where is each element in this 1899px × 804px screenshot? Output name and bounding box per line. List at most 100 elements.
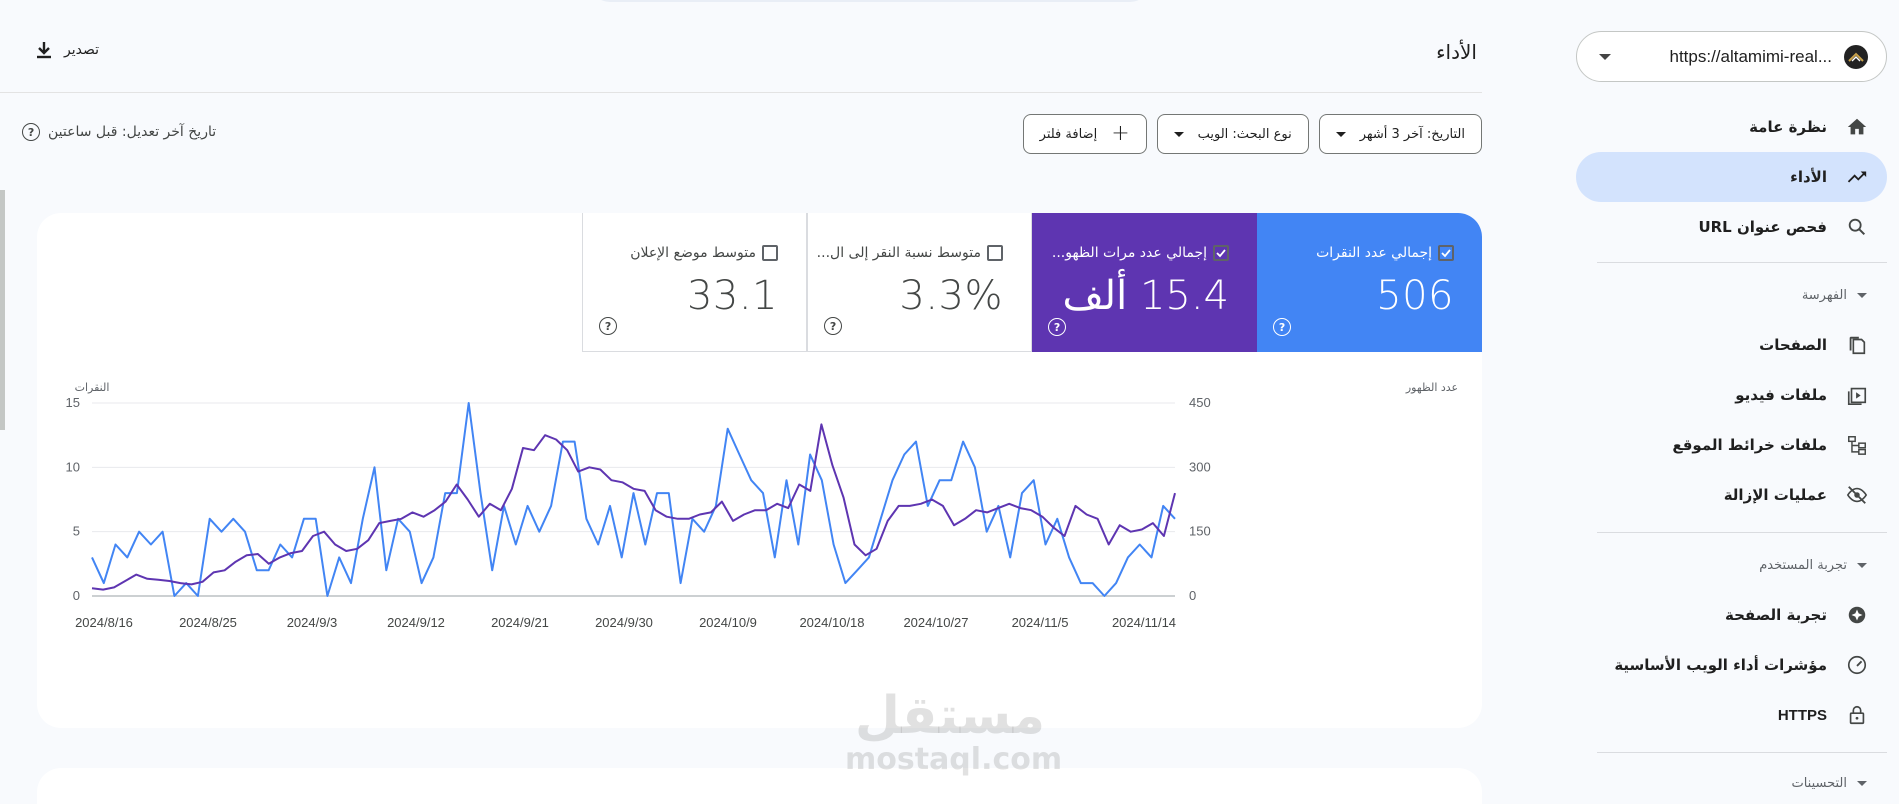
search-type-label: نوع البحث: الويب: [1197, 126, 1292, 142]
checkbox-checked-icon[interactable]: [1438, 245, 1454, 261]
metric-value: 506: [1376, 273, 1454, 319]
metric-value: 15.4 ألف: [1062, 273, 1229, 319]
watermark-url: mostaql.com: [845, 742, 1063, 777]
metric-avg-position[interactable]: متوسط موضع الإعلان 33.1 ?: [582, 213, 807, 352]
help-icon[interactable]: ?: [599, 317, 617, 335]
section-label: التحسينات: [1791, 775, 1847, 791]
section-label: الفهرسة: [1801, 287, 1847, 303]
eye-off-icon: [1843, 481, 1871, 509]
checkbox-unchecked-icon[interactable]: [762, 245, 778, 261]
sidebar-item-videos[interactable]: ملفات فيديو: [1576, 370, 1887, 420]
page-title: الأداء: [1436, 40, 1477, 64]
y-right-tick-label: 300: [1189, 459, 1211, 474]
series-line-clicks: [91, 402, 1176, 597]
section-indexing[interactable]: الفهرسة: [1576, 280, 1887, 310]
collapse-icon: [1857, 562, 1867, 568]
lock-icon: [1843, 701, 1871, 729]
checkbox-checked-icon[interactable]: [1213, 245, 1229, 261]
home-icon: [1843, 113, 1871, 141]
sidebar-divider: [1597, 262, 1887, 263]
download-icon: [37, 42, 51, 59]
sidebar-item-label: فحص عنوان URL: [1698, 218, 1827, 236]
metric-total-clicks[interactable]: إجمالي عدد النقرات 506 ?: [1257, 213, 1482, 352]
collapse-icon: [1857, 292, 1867, 298]
sidebar-item-label: نظرة عامة: [1749, 118, 1827, 136]
section-enhancements[interactable]: التحسينات: [1576, 768, 1887, 798]
sidebar-item-label: مؤشرات أداء الويب الأساسية: [1614, 656, 1827, 674]
sidebar-divider: [1597, 532, 1887, 533]
watermark: مستقل mostaql.com: [845, 686, 1063, 777]
y-right-tick-label: 0: [1189, 588, 1196, 603]
section-experience[interactable]: تجربة المستخدم: [1576, 550, 1887, 580]
metric-label: متوسط نسبة النقر إلى ال...: [816, 245, 981, 261]
help-icon[interactable]: ?: [1048, 318, 1066, 336]
x-tick-label: 2024/10/9: [699, 615, 757, 630]
y-right-tick-label: 150: [1189, 524, 1211, 539]
plus-icon: +: [1111, 121, 1130, 146]
x-tick-label: 2024/11/14: [1112, 615, 1176, 630]
header-bar: الأداء تصدير: [0, 0, 1482, 93]
x-tick-label: 2024/9/30: [595, 615, 653, 630]
help-icon[interactable]: ?: [22, 123, 40, 141]
sidebar-item-sitemaps[interactable]: ملفات خرائط الموقع: [1576, 420, 1887, 470]
sidebar-item-https[interactable]: HTTPS: [1576, 690, 1887, 740]
sidebar-item-performance[interactable]: الأداء: [1576, 152, 1887, 202]
x-tick-label: 2024/9/21: [491, 615, 549, 630]
property-selector[interactable]: https://altamimi-real...: [1576, 31, 1887, 82]
y-right-tick-label: 450: [1189, 395, 1211, 410]
search-type-chip[interactable]: نوع البحث: الويب: [1156, 114, 1309, 154]
checkbox-unchecked-icon[interactable]: [987, 245, 1003, 261]
metric-avg-ctr[interactable]: متوسط نسبة النقر إلى ال... 3.3% ?: [807, 213, 1032, 352]
filter-bar: التاريخ: آخر 3 أشهر نوع البحث: الويب + إ…: [1022, 114, 1482, 154]
export-button[interactable]: تصدير: [32, 38, 99, 62]
page-experience-icon: [1843, 601, 1871, 629]
metric-label: إجمالي عدد مرات الظهو...: [1051, 245, 1207, 261]
search-icon: [1843, 213, 1871, 241]
performance-card: إجمالي عدد النقرات 506 ? إجمالي عدد مرات…: [37, 213, 1482, 728]
add-filter-label: إضافة فلتر: [1039, 126, 1098, 142]
pages-icon: [1843, 331, 1871, 359]
x-tick-label: 2024/9/3: [287, 615, 338, 630]
y-left-tick-label: 0: [73, 588, 80, 603]
y-left-axis-label: النقرات: [75, 381, 110, 394]
x-tick-label: 2024/10/27: [903, 615, 968, 630]
sidebar-item-label: HTTPS: [1777, 706, 1827, 724]
x-tick-label: 2024/9/12: [387, 615, 445, 630]
last-updated-text: تاريخ آخر تعديل: قبل ساعتين: [48, 124, 217, 140]
x-tick-label: 2024/11/5: [1012, 615, 1069, 630]
sidebar-item-label: الصفحات: [1759, 336, 1827, 354]
chevron-down-icon: [1599, 53, 1611, 60]
performance-chart: 05101501503004502024/8/16 2024/8/25 2024/9…: [66, 381, 1459, 630]
help-icon[interactable]: ?: [824, 317, 842, 335]
metric-label: إجمالي عدد النقرات: [1316, 245, 1432, 261]
scrollbar-thumb[interactable]: [0, 190, 5, 430]
metric-value: 33.1: [686, 273, 778, 319]
help-icon[interactable]: ?: [1273, 318, 1291, 336]
last-updated: تاريخ آخر تعديل: قبل ساعتين ?: [22, 123, 216, 141]
y-left-tick-label: 10: [66, 459, 80, 474]
site-logo-icon: [1844, 44, 1868, 69]
speed-icon: [1843, 651, 1871, 679]
sidebar-divider: [1597, 752, 1887, 753]
sidebar-item-url-inspection[interactable]: فحص عنوان URL: [1576, 202, 1887, 252]
sitemap-icon: [1843, 431, 1871, 459]
sidebar-item-label: تجربة الصفحة: [1725, 606, 1827, 624]
property-url: https://altamimi-real...: [1669, 46, 1833, 66]
date-filter-chip[interactable]: التاريخ: آخر 3 أشهر: [1318, 114, 1482, 154]
sidebar: https://altamimi-real... نظرة عامة الأدا…: [1564, 0, 1899, 804]
sidebar-item-page-experience[interactable]: تجربة الصفحة: [1576, 590, 1887, 640]
sidebar-item-core-web-vitals[interactable]: مؤشرات أداء الويب الأساسية: [1576, 640, 1887, 690]
y-right-axis-label: عدد الظهور: [1405, 381, 1458, 394]
metric-total-impressions[interactable]: إجمالي عدد مرات الظهو... 15.4 ألف ?: [1032, 213, 1257, 352]
add-filter-button[interactable]: + إضافة فلتر: [1022, 114, 1147, 154]
x-tick-label: 2024/8/25: [179, 615, 237, 630]
watermark-text: مستقل: [854, 686, 1046, 746]
y-left-tick-label: 15: [66, 395, 80, 410]
y-left-tick-label: 5: [73, 524, 80, 539]
x-tick-label: 2024/10/18: [799, 615, 864, 630]
sidebar-item-removals[interactable]: عمليات الإزالة: [1576, 470, 1887, 520]
sidebar-item-overview[interactable]: نظرة عامة: [1576, 102, 1887, 152]
table-card: [37, 768, 1482, 804]
main-content: الأداء تصدير التاريخ: آخر 3 أشهر نوع الب…: [0, 0, 1482, 804]
sidebar-item-pages[interactable]: الصفحات: [1576, 320, 1887, 370]
